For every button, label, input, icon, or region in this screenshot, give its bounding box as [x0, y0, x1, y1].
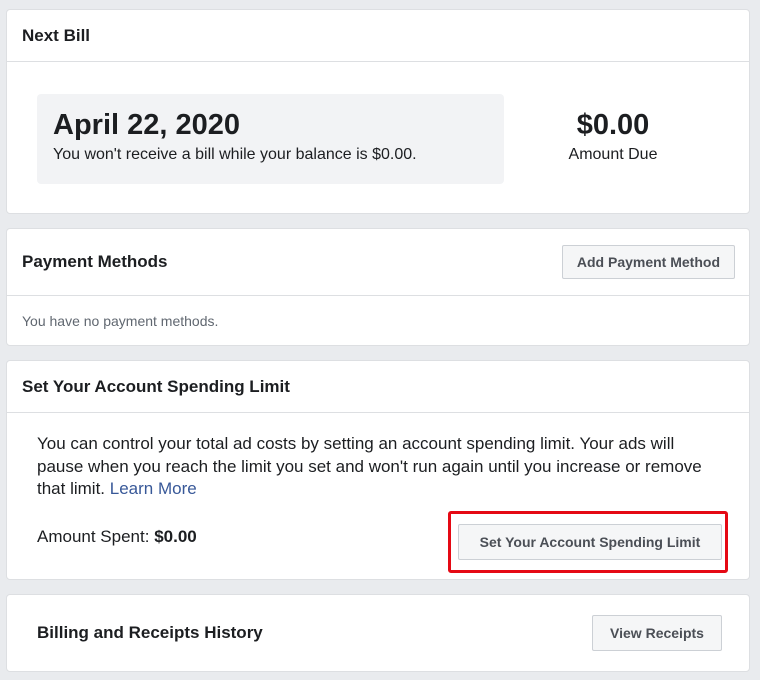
learn-more-link[interactable]: Learn More [110, 479, 197, 498]
next-bill-header: Next Bill [7, 10, 749, 62]
amount-due-label: Amount Due [568, 146, 658, 163]
spending-limit-card: Set Your Account Spending Limit You can … [6, 360, 750, 580]
payment-methods-header: Payment Methods Add Payment Method [7, 229, 749, 296]
add-payment-method-button[interactable]: Add Payment Method [561, 245, 735, 279]
next-bill-title: Next Bill [22, 25, 91, 45]
bill-summary-box: April 22, 2020 You won't receive a bill … [37, 94, 504, 184]
no-payment-methods-text: You have no payment methods. [22, 313, 219, 329]
amount-spent-value: $0.00 [154, 527, 197, 546]
view-receipts-button[interactable]: View Receipts [592, 615, 722, 651]
payment-methods-title: Payment Methods [22, 252, 168, 271]
spending-limit-body: You can control your total ad costs by s… [7, 413, 749, 501]
next-bill-date: April 22, 2020 [53, 109, 240, 141]
set-spending-limit-button[interactable]: Set Your Account Spending Limit [458, 524, 722, 560]
spending-limit-header: Set Your Account Spending Limit [7, 361, 749, 413]
spending-limit-title: Set Your Account Spending Limit [22, 376, 290, 396]
amount-due-value: $0.00 [576, 109, 650, 141]
amount-spent-row: Amount Spent: $0.00 [37, 527, 197, 547]
amount-due-block: $0.00 Amount Due [527, 108, 699, 164]
bill-note: You won't receive a bill while your bala… [53, 146, 417, 163]
payment-methods-card: Payment Methods Add Payment Method You h… [6, 228, 750, 346]
billing-history-card: Billing and Receipts History View Receip… [6, 594, 750, 672]
amount-spent-label: Amount Spent: [37, 527, 150, 546]
next-bill-card: Next Bill April 22, 2020 You won't recei… [6, 9, 750, 214]
spending-limit-description: You can control your total ad costs by s… [37, 433, 719, 501]
billing-history-title: Billing and Receipts History [37, 623, 263, 642]
